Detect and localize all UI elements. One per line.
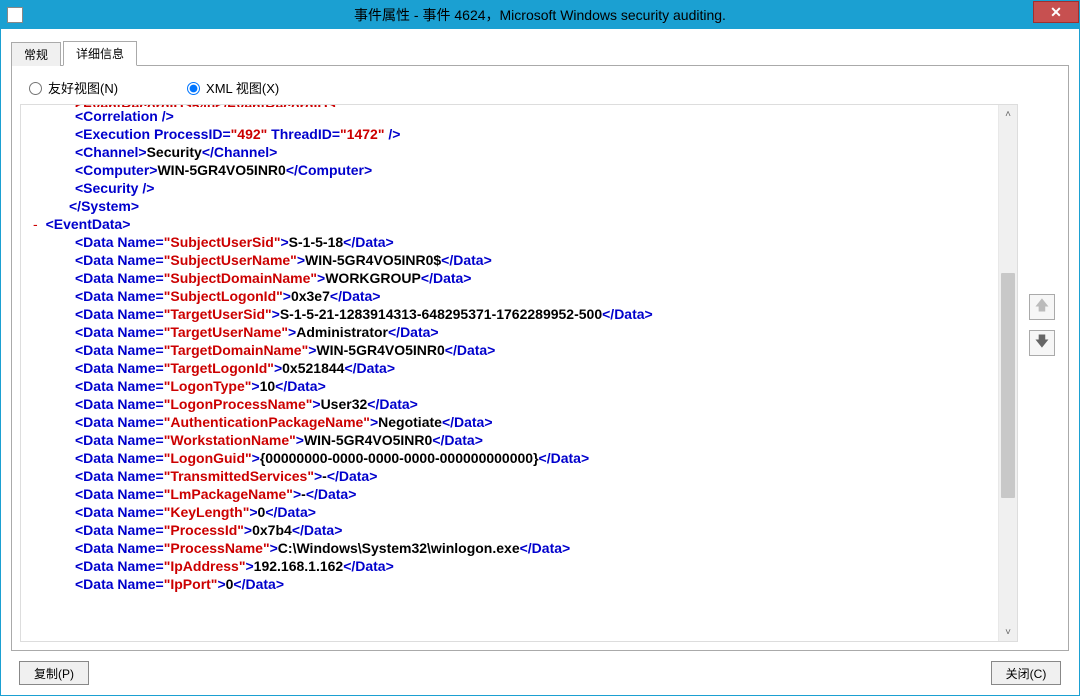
close-button[interactable]: ✕ xyxy=(1033,1,1079,23)
xml-data-row: <Data Name="TargetUserSid">S-1-5-21-1283… xyxy=(25,305,995,323)
xml-data-row: <Data Name="TargetUserName">Administrato… xyxy=(25,323,995,341)
xml-data-row: <Data Name="TargetLogonId">0x521844</Dat… xyxy=(25,359,995,377)
xml-data-row: <Data Name="SubjectUserName">WIN-5GR4VO5… xyxy=(25,251,995,269)
xml-eventdata-open: - <EventData> xyxy=(25,215,995,233)
content-row: <EventRecordID>540</EventRecordID> <Corr… xyxy=(20,104,1060,642)
scroll-thumb[interactable] xyxy=(1001,273,1015,498)
tab-strip: 常规 详细信息 xyxy=(11,41,1069,65)
xml-computer: <Computer>WIN-5GR4VO5INR0</Computer> xyxy=(25,161,995,179)
xml-data-row: <Data Name="ProcessName">C:\Windows\Syst… xyxy=(25,539,995,557)
xml-data-row: <Data Name="IpAddress">192.168.1.162</Da… xyxy=(25,557,995,575)
next-event-button[interactable]: 🡇 xyxy=(1029,330,1055,356)
xml-data-row: <Data Name="TargetDomainName">WIN-5GR4VO… xyxy=(25,341,995,359)
xml-data-row: <Data Name="LmPackageName">-</Data> xyxy=(25,485,995,503)
radio-friendly-label: 友好视图(N) xyxy=(48,78,118,97)
client-area: 常规 详细信息 友好视图(N) XML 视图(X) <EventRecordID… xyxy=(1,29,1079,695)
xml-data-row: <Data Name="IpPort">0</Data> xyxy=(25,575,995,593)
xml-data-row: <Data Name="LogonGuid">{00000000-0000-00… xyxy=(25,449,995,467)
xml-data-row: <Data Name="SubjectUserSid">S-1-5-18</Da… xyxy=(25,233,995,251)
xml-channel: <Channel>Security</Channel> xyxy=(25,143,995,161)
nav-button-column: 🡅 🡇 xyxy=(1018,104,1060,642)
radio-friendly-input[interactable] xyxy=(29,82,42,95)
vertical-scrollbar[interactable]: ˄ ˅ xyxy=(998,105,1017,641)
xml-execution: <Execution ProcessID="492" ThreadID="147… xyxy=(25,125,995,143)
xml-data-row: <Data Name="TransmittedServices">-</Data… xyxy=(25,467,995,485)
xml-data-row: <Data Name="LogonProcessName">User32</Da… xyxy=(25,395,995,413)
xml-data-row: <Data Name="AuthenticationPackageName">N… xyxy=(25,413,995,431)
xml-security: <Security /> xyxy=(25,179,995,197)
xml-content[interactable]: <EventRecordID>540</EventRecordID> <Corr… xyxy=(21,105,999,641)
xml-data-row: <Data Name="WorkstationName">WIN-5GR4VO5… xyxy=(25,431,995,449)
xml-pane: <EventRecordID>540</EventRecordID> <Corr… xyxy=(20,104,1018,642)
prev-event-button[interactable]: 🡅 xyxy=(1029,294,1055,320)
scroll-track[interactable] xyxy=(999,123,1017,623)
radio-friendly-view[interactable]: 友好视图(N) xyxy=(24,78,118,97)
xml-system-close: </System> xyxy=(25,197,995,215)
tab-general[interactable]: 常规 xyxy=(11,42,61,66)
radio-xml-input[interactable] xyxy=(187,82,200,95)
window-frame: 事件属性 - 事件 4624，Microsoft Windows securit… xyxy=(0,0,1080,696)
window-title: 事件属性 - 事件 4624，Microsoft Windows securit… xyxy=(1,5,1079,25)
xml-data-row: <Data Name="KeyLength">0</Data> xyxy=(25,503,995,521)
tab-page-details: 友好视图(N) XML 视图(X) <EventRecordID>540</Ev… xyxy=(11,65,1069,651)
radio-xml-view[interactable]: XML 视图(X) xyxy=(182,78,279,97)
radio-xml-label: XML 视图(X) xyxy=(206,78,279,97)
close-dialog-button[interactable]: 关闭(C) xyxy=(991,661,1061,685)
xml-data-row: <Data Name="LogonType">10</Data> xyxy=(25,377,995,395)
titlebar[interactable]: 事件属性 - 事件 4624，Microsoft Windows securit… xyxy=(1,1,1079,29)
xml-correlation: <Correlation /> xyxy=(25,107,995,125)
scroll-up-button[interactable]: ˄ xyxy=(999,105,1017,123)
xml-data-row: <Data Name="ProcessId">0x7b4</Data> xyxy=(25,521,995,539)
tab-details[interactable]: 详细信息 xyxy=(63,41,137,66)
scroll-down-button[interactable]: ˅ xyxy=(999,623,1017,641)
xml-data-row: <Data Name="SubjectDomainName">WORKGROUP… xyxy=(25,269,995,287)
copy-button[interactable]: 复制(P) xyxy=(19,661,89,685)
bottom-button-row: 复制(P) 关闭(C) xyxy=(11,651,1069,685)
window-icon xyxy=(7,7,23,23)
xml-data-row: <Data Name="SubjectLogonId">0x3e7</Data> xyxy=(25,287,995,305)
view-radio-row: 友好视图(N) XML 视图(X) xyxy=(20,74,1060,100)
